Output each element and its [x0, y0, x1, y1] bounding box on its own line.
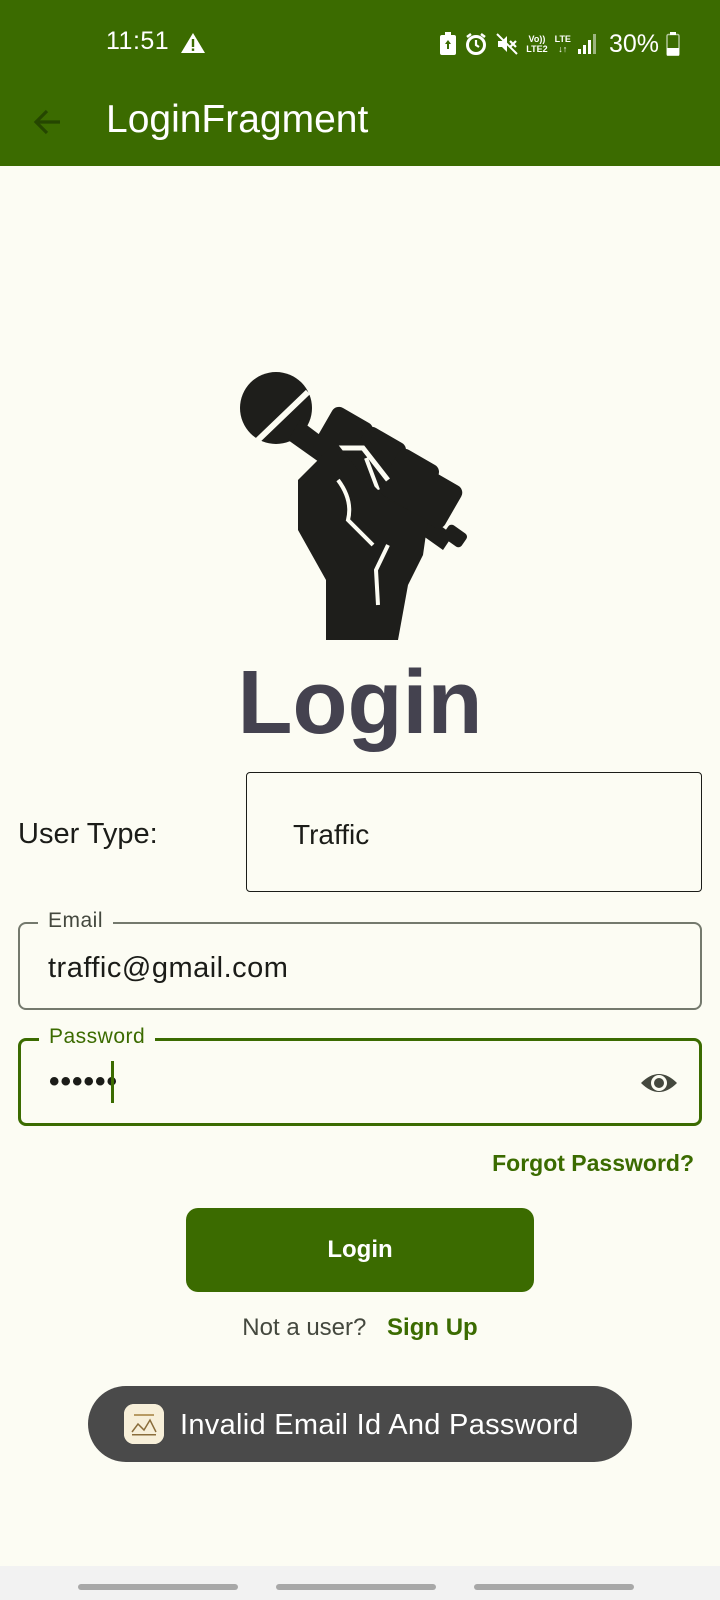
arrow-left-icon[interactable]: [30, 104, 66, 140]
status-icons: Vo)) LTE2 LTE ↓↑ 30%: [439, 30, 680, 58]
status-time: 11:51: [106, 27, 170, 55]
password-field[interactable]: Password ••••••: [18, 1025, 702, 1126]
back-button[interactable]: [474, 1584, 634, 1590]
volte-bottom-text: LTE2: [526, 44, 548, 54]
lte-arrows-text: ↓↑: [558, 44, 568, 54]
alarm-icon: [466, 33, 487, 55]
mute-icon: [496, 33, 518, 55]
user-type-label: User Type:: [18, 818, 158, 850]
app-icon: [124, 1404, 164, 1444]
battery-saver-icon: [440, 32, 457, 55]
lte-top-text: LTE: [554, 34, 571, 44]
lte-indicator: LTE ↓↑: [555, 34, 571, 54]
user-type-select[interactable]: Traffic: [246, 772, 702, 892]
login-heading: Login: [237, 653, 483, 753]
login-button[interactable]: Login: [186, 1208, 534, 1292]
app-bar: LoginFragment: [0, 84, 720, 166]
email-value: traffic@gmail.com: [48, 952, 289, 984]
recent-apps-button[interactable]: [78, 1584, 238, 1590]
volte-indicator: Vo)) LTE2: [526, 34, 547, 54]
fist-microphone-icon: [240, 372, 468, 640]
battery-percent: 30%: [608, 29, 659, 58]
navigation-bar: [0, 1566, 720, 1600]
user-type-value: Traffic: [293, 819, 370, 850]
email-field[interactable]: Email traffic@gmail.com: [18, 909, 702, 1010]
forgot-password-link[interactable]: Forgot Password?: [492, 1150, 694, 1177]
toast-message: Invalid Email Id And Password: [88, 1386, 632, 1462]
signup-prompt: Not a user?: [242, 1314, 367, 1341]
signup-row: Not a user? Sign Up: [0, 1314, 720, 1342]
status-bar: 11:51 Vo)) LTE2 LTE ↓↑ 30%: [0, 0, 720, 84]
home-button[interactable]: [276, 1584, 436, 1590]
page-title: LoginFragment: [106, 98, 369, 141]
toast-text: Invalid Email Id And Password: [180, 1409, 579, 1441]
battery-icon: [666, 32, 680, 56]
volte-top-text: Vo)): [528, 34, 546, 44]
text-cursor: [111, 1061, 114, 1103]
signup-link[interactable]: Sign Up: [387, 1314, 478, 1341]
password-value: ••••••: [49, 1065, 119, 1098]
email-label: Email: [38, 909, 114, 933]
warning-icon: [181, 33, 205, 53]
eye-icon[interactable]: [639, 1067, 679, 1099]
password-label: Password: [39, 1025, 156, 1049]
signal-icon: [577, 34, 596, 54]
